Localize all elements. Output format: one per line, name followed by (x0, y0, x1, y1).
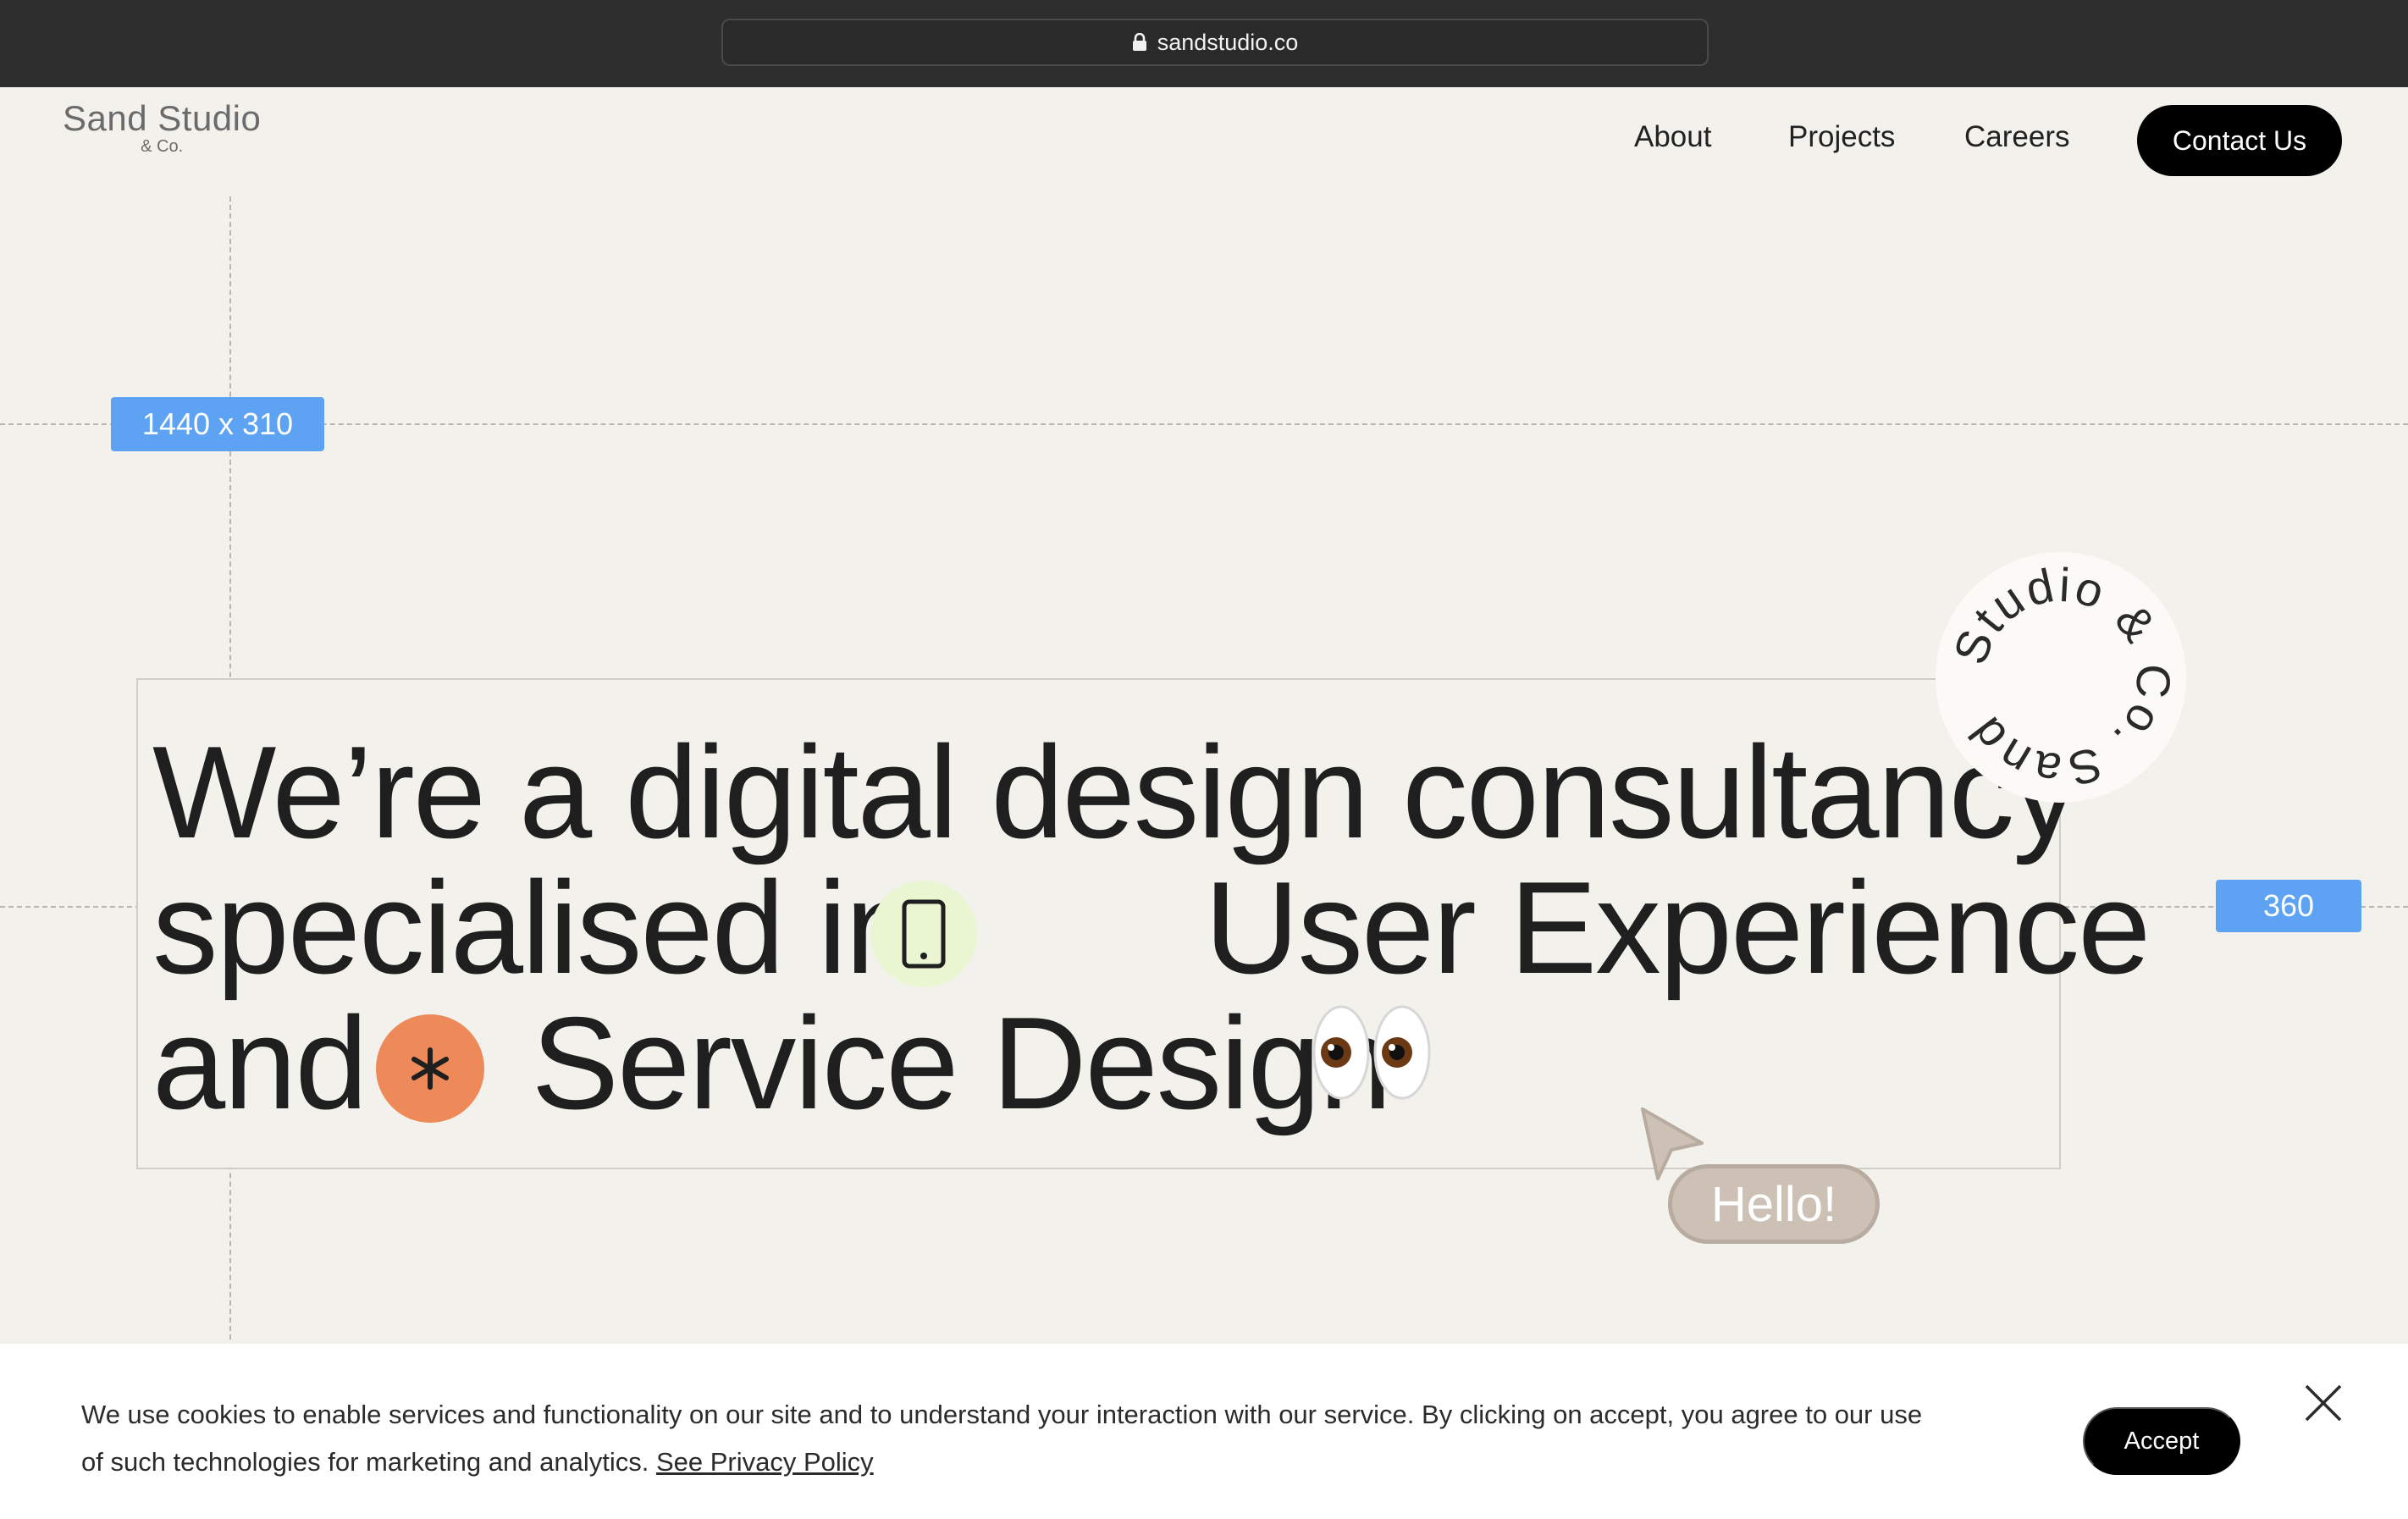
cookie-message: We use cookies to enable services and fu… (81, 1400, 1923, 1477)
contact-us-button[interactable]: Contact Us (2137, 105, 2342, 176)
phone-icon (870, 881, 977, 987)
privacy-policy-link[interactable]: See Privacy Policy (656, 1447, 874, 1477)
cookie-banner: We use cookies to enable services and fu… (0, 1344, 2408, 1519)
dimension-badge-width: 1440 x 310 (111, 397, 324, 451)
hero-line-2-prefix: specialised in (152, 854, 919, 1001)
lock-icon (1132, 33, 1147, 52)
dimension-badge-height: 360 (2216, 880, 2361, 932)
circular-badge-text: Studio & Co. Sand (1943, 558, 2179, 798)
nav-about[interactable]: About (1634, 120, 1711, 154)
eyes-emoji (1311, 1003, 1434, 1102)
circular-logo-badge[interactable]: Studio & Co. Sand (1936, 552, 2186, 803)
nav-projects[interactable]: Projects (1788, 120, 1895, 154)
hero-line-2: specialised in User Experience (152, 862, 2151, 993)
cookie-text: We use cookies to enable services and fu… (81, 1391, 1944, 1486)
browser-chrome: sandstudio.co (0, 0, 2408, 87)
highlight-service-design[interactable]: Service Design (531, 997, 1392, 1129)
close-icon[interactable] (2303, 1383, 2344, 1423)
hero-line-3-prefix: and (152, 990, 368, 1136)
svg-text:Studio & Co. Sand: Studio & Co. Sand (1943, 558, 2181, 798)
nav-careers[interactable]: Careers (1964, 120, 2069, 154)
address-bar[interactable]: sandstudio.co (721, 19, 1709, 66)
guide-horizontal-top (0, 423, 2408, 425)
site-logo[interactable]: Sand Studio & Co. (63, 98, 261, 157)
highlight-user-experience[interactable]: User Experience (1204, 862, 2151, 993)
asterisk-icon (376, 1014, 484, 1123)
hero-line-1: We’re a digital design consultancy (152, 719, 2079, 865)
url-text: sandstudio.co (1157, 29, 1299, 55)
accept-button[interactable]: Accept (2083, 1407, 2240, 1475)
logo-main: Sand Studio (63, 98, 262, 138)
logo-sub: & Co. (141, 137, 184, 156)
hero-line-3: and Service Design (152, 997, 1392, 1129)
hello-bubble: Hello! (1668, 1164, 1880, 1244)
